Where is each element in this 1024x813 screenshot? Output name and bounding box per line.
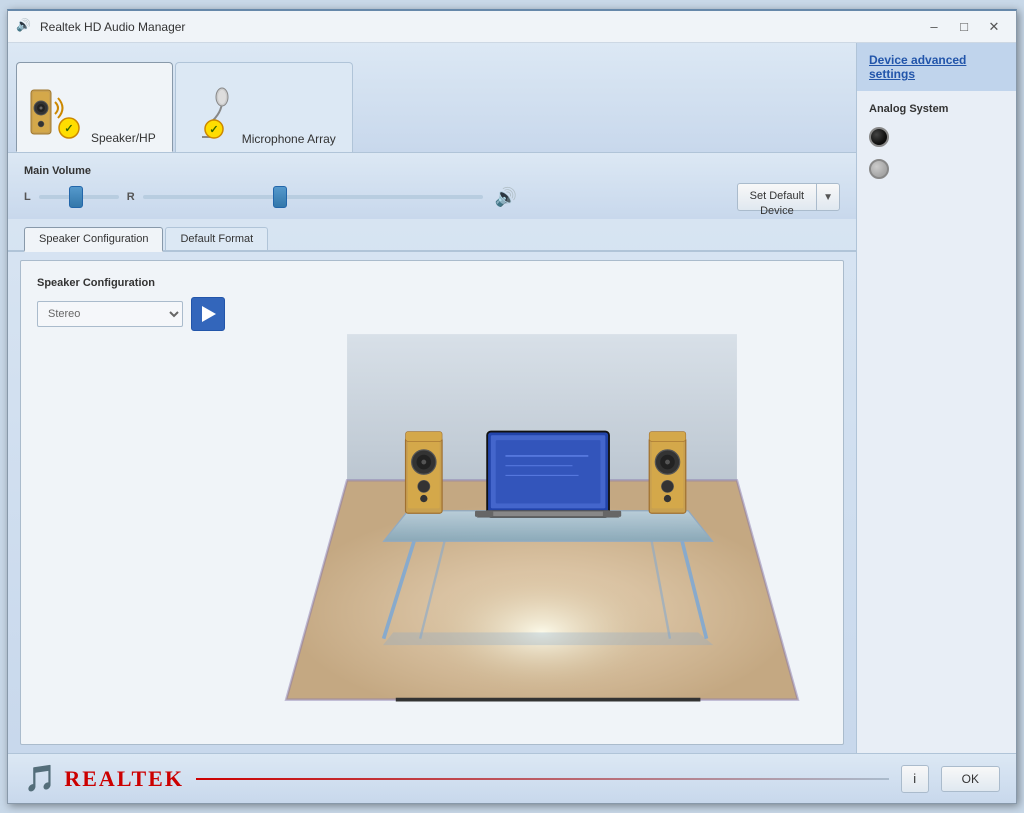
config-left: Speaker Configuration Stereo Quadraphoni… [21, 261, 241, 744]
set-default-button[interactable]: Set DefaultDevice ▼ [737, 183, 840, 211]
close-button[interactable]: ✕ [980, 16, 1008, 38]
sub-tab-default-format[interactable]: Default Format [165, 227, 268, 250]
main-window: 🔊 Realtek HD Audio Manager – □ ✕ [7, 9, 1017, 804]
tab-bar: ✓ Speaker/HP [8, 43, 856, 153]
speaker-config-label: Speaker Configuration [37, 277, 225, 289]
svg-text:✓: ✓ [209, 124, 218, 136]
analog-system-title: Analog System [869, 103, 1004, 115]
volume-slider-left[interactable] [39, 195, 119, 199]
volume-thumb-right[interactable] [273, 186, 287, 208]
title-bar: 🔊 Realtek HD Audio Manager – □ ✕ [8, 11, 1016, 43]
volume-row: L R 🔊 Set DefaultDevice ▼ [24, 183, 840, 211]
bottom-divider-line [196, 778, 889, 780]
ok-button[interactable]: OK [941, 766, 1000, 792]
main-content: ✓ Speaker/HP [8, 43, 1016, 753]
tab-speaker-label: Speaker/HP [91, 131, 156, 145]
play-icon [202, 306, 216, 322]
play-test-button[interactable] [191, 297, 225, 331]
room-scene-svg [241, 261, 843, 724]
speaker-volume-icon: 🔊 [495, 187, 517, 208]
info-button[interactable]: i [901, 765, 929, 793]
window-controls: – □ ✕ [920, 16, 1008, 38]
right-channel-label: R [127, 191, 135, 203]
app-icon: 🔊 [16, 18, 34, 36]
svg-text:✓: ✓ [64, 123, 73, 135]
volume-section: Main Volume L R 🔊 Set DefaultDevice ▼ [8, 153, 856, 219]
window-title: Realtek HD Audio Manager [40, 20, 920, 34]
device-advanced-settings-link[interactable]: Device advancedsettings [869, 53, 1004, 81]
speaker-config-dropdown[interactable]: Stereo Quadraphonic 5.1 Speaker 7.1 Spea… [37, 301, 183, 327]
tab-mic-label: Microphone Array [242, 132, 336, 146]
speaker-tab-icon: ✓ [27, 82, 83, 145]
speaker-config-controls: Stereo Quadraphonic 5.1 Speaker 7.1 Spea… [37, 297, 225, 331]
realtek-label: REALTEK [64, 766, 184, 792]
maximize-button[interactable]: □ [950, 16, 978, 38]
radio-item-2[interactable] [869, 159, 1004, 179]
radio-button-2[interactable] [869, 159, 889, 179]
right-panel-body: Analog System [857, 91, 1016, 753]
volume-label: Main Volume [24, 165, 840, 177]
volume-thumb-left[interactable] [69, 186, 83, 208]
bottom-bar: 🎵 REALTEK i OK [8, 753, 1016, 803]
set-default-label[interactable]: Set DefaultDevice [737, 183, 816, 211]
right-panel-header: Device advancedsettings [857, 43, 1016, 91]
radio-button-1[interactable] [869, 127, 889, 147]
sub-tab-bar: Speaker Configuration Default Format [8, 219, 856, 252]
volume-slider-right[interactable] [143, 195, 483, 199]
tab-mic[interactable]: ✓ Microphone Array [175, 62, 353, 152]
content-panel: Speaker Configuration Stereo Quadraphoni… [20, 260, 844, 745]
realtek-icon: 🎵 [24, 763, 56, 794]
speaker-scene [241, 261, 843, 744]
tab-speaker[interactable]: ✓ Speaker/HP [16, 62, 173, 152]
realtek-logo: 🎵 REALTEK [24, 763, 184, 794]
left-channel-label: L [24, 191, 31, 203]
left-panel: ✓ Speaker/HP [8, 43, 856, 753]
mic-tab-icon: ✓ [186, 83, 234, 146]
right-panel: Device advancedsettings Analog System [856, 43, 1016, 753]
set-default-dropdown-arrow[interactable]: ▼ [816, 183, 840, 211]
radio-item-1[interactable] [869, 127, 1004, 147]
sub-tab-speaker-config[interactable]: Speaker Configuration [24, 227, 163, 252]
minimize-button[interactable]: – [920, 16, 948, 38]
